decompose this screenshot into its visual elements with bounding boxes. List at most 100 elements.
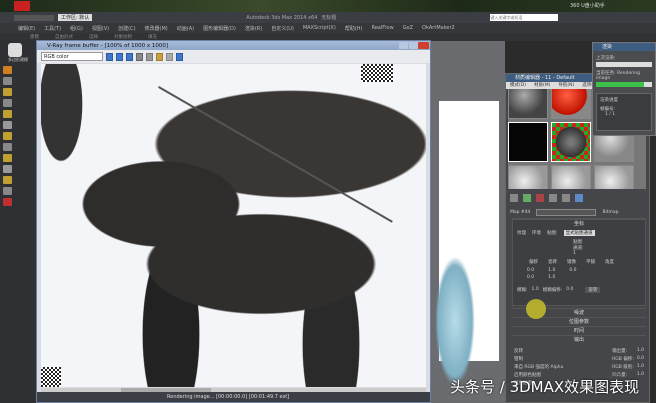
- menu-item[interactable]: 图形编辑器(D): [203, 25, 236, 32]
- tool-icon[interactable]: [3, 99, 12, 107]
- region-render-icon[interactable]: [176, 52, 183, 61]
- search-input[interactable]: [490, 14, 559, 21]
- vfb-title-bar: V-Ray frame buffer - [100% of 1000 x 100…: [37, 41, 430, 50]
- tool-icon[interactable]: [3, 154, 12, 162]
- rotate-button[interactable]: 旋转: [585, 287, 601, 293]
- u-tiling[interactable]: 1.0: [548, 268, 555, 273]
- u-offset[interactable]: 0.0: [527, 268, 534, 273]
- poly-modeling-icon[interactable]: [8, 43, 22, 57]
- menu-item[interactable]: 模式(D): [510, 82, 526, 89]
- show-map-icon[interactable]: [575, 194, 583, 202]
- invert-checkbox[interactable]: 反转: [514, 348, 609, 354]
- output-amount-spinner[interactable]: 1.0: [637, 348, 644, 354]
- blur-label: 模糊:: [517, 288, 528, 293]
- menu-item[interactable]: 编辑(E): [18, 25, 35, 32]
- cursor-highlight: [526, 299, 546, 319]
- tool-icon[interactable]: [3, 176, 12, 184]
- menu-item[interactable]: 组(G): [70, 25, 83, 32]
- tool-icon[interactable]: [3, 165, 12, 173]
- tool-icon[interactable]: [3, 77, 12, 85]
- map-type-button[interactable]: Bitmap: [602, 210, 618, 215]
- rollout-time[interactable]: 时间: [512, 326, 646, 335]
- tool-icon[interactable]: [3, 121, 12, 129]
- tool-icon[interactable]: [3, 88, 12, 96]
- menu-item[interactable]: 修改器(M): [145, 25, 168, 32]
- tool-icon[interactable]: [3, 187, 12, 195]
- clear-icon[interactable]: [166, 52, 173, 61]
- tool-icon[interactable]: [3, 198, 12, 206]
- v-offset[interactable]: 0.0: [527, 275, 534, 280]
- menu-item[interactable]: 视图(V): [92, 25, 109, 32]
- rgb-offset-spinner[interactable]: 0.0: [637, 356, 644, 362]
- mirror-header: 镜像: [567, 260, 576, 265]
- get-material-icon[interactable]: [510, 194, 518, 202]
- tool-icon[interactable]: [3, 132, 12, 140]
- tool-icon[interactable]: [3, 110, 12, 118]
- clamp-checkbox[interactable]: 钳制: [514, 356, 609, 362]
- close-button[interactable]: [418, 42, 429, 49]
- rgb-level-spinner[interactable]: 1.0: [637, 364, 644, 370]
- maximize-button[interactable]: [409, 42, 418, 49]
- sample-slot[interactable]: [551, 89, 591, 119]
- app-title: Autodesk 3ds Max 2014 x64: [246, 14, 318, 21]
- menu-item[interactable]: 帮助(H): [345, 25, 363, 32]
- quick-access-icons[interactable]: [14, 14, 54, 21]
- alpha-from-rgb-checkbox[interactable]: 来自 RGB 强度的 Alpha: [514, 364, 609, 370]
- v-tiling[interactable]: 1.0: [548, 275, 555, 280]
- workspace-dropdown[interactable]: 工作区: 默认: [58, 14, 93, 21]
- menu-item[interactable]: 创建(C): [118, 25, 135, 32]
- alpha-button[interactable]: [136, 52, 143, 61]
- u-angle[interactable]: 0.0: [569, 268, 576, 273]
- mapping-dropdown[interactable]: 显式贴图通道: [563, 230, 595, 236]
- menu-item[interactable]: 导航(N): [558, 82, 574, 89]
- menu-item[interactable]: 材质(M): [534, 82, 550, 89]
- dog-sculpture-render: [41, 64, 426, 387]
- tool-icon[interactable]: [549, 194, 557, 202]
- sample-slot[interactable]: [508, 165, 548, 189]
- tiling-header: 瓷砖: [548, 260, 557, 265]
- sample-slot[interactable]: [551, 165, 591, 189]
- red-channel-button[interactable]: [106, 52, 113, 61]
- load-icon[interactable]: [156, 52, 163, 61]
- menu-item[interactable]: 动画(A): [177, 25, 194, 32]
- viewport[interactable]: [431, 41, 505, 403]
- rollout-header[interactable]: 坐标: [513, 219, 645, 228]
- frame-count: 1 / 1: [605, 112, 616, 117]
- menu-item[interactable]: 自定义(U): [271, 25, 294, 32]
- blur-offset-spinner[interactable]: 0.0: [566, 287, 573, 293]
- menu-item[interactable]: OkArtMaker2: [422, 25, 455, 31]
- blur-spinner[interactable]: 1.0: [532, 287, 539, 293]
- save-icon[interactable]: [146, 52, 153, 61]
- map-name-field[interactable]: [536, 208, 597, 216]
- doc-title: 无标题: [321, 15, 337, 21]
- sample-slot[interactable]: [594, 165, 634, 189]
- channel-dropdown[interactable]: RGB color: [41, 52, 103, 61]
- menu-item[interactable]: GoZ: [403, 25, 413, 31]
- menu-item[interactable]: MAXScript(X): [303, 25, 336, 31]
- app-icon[interactable]: [14, 1, 30, 11]
- menu-item[interactable]: 工具(T): [44, 25, 61, 32]
- menu-item[interactable]: 渲染(R): [245, 25, 262, 32]
- sample-slot-active[interactable]: [551, 122, 591, 162]
- map-name-row: Map #44 Bitmap: [510, 208, 648, 216]
- minimize-button[interactable]: [399, 42, 408, 49]
- tool-icon[interactable]: [562, 194, 570, 202]
- menu-item[interactable]: RealFlow: [371, 25, 393, 31]
- sample-slot[interactable]: [508, 122, 548, 162]
- environment-radio[interactable]: 环境: [532, 230, 541, 236]
- sample-slot[interactable]: [508, 89, 548, 119]
- texture-radio[interactable]: 纹理: [517, 230, 526, 236]
- tool-icon[interactable]: [3, 143, 12, 151]
- channel-spinner[interactable]: 1: [573, 251, 576, 256]
- assign-material-icon[interactable]: [523, 194, 531, 202]
- delete-icon[interactable]: [536, 194, 544, 202]
- rollout-output[interactable]: 输出: [512, 335, 646, 344]
- last-render-label: 上次渲染:: [596, 56, 616, 61]
- green-channel-button[interactable]: [116, 52, 123, 61]
- vray-frame-buffer-window: V-Ray frame buffer - [100% of 1000 x 100…: [36, 40, 431, 403]
- tool-icon[interactable]: [3, 66, 12, 74]
- blur-offset-label: 模糊偏移:: [542, 288, 563, 293]
- tile-header: 平铺: [586, 260, 595, 265]
- blue-channel-button[interactable]: [126, 52, 133, 61]
- render-image[interactable]: [41, 64, 426, 387]
